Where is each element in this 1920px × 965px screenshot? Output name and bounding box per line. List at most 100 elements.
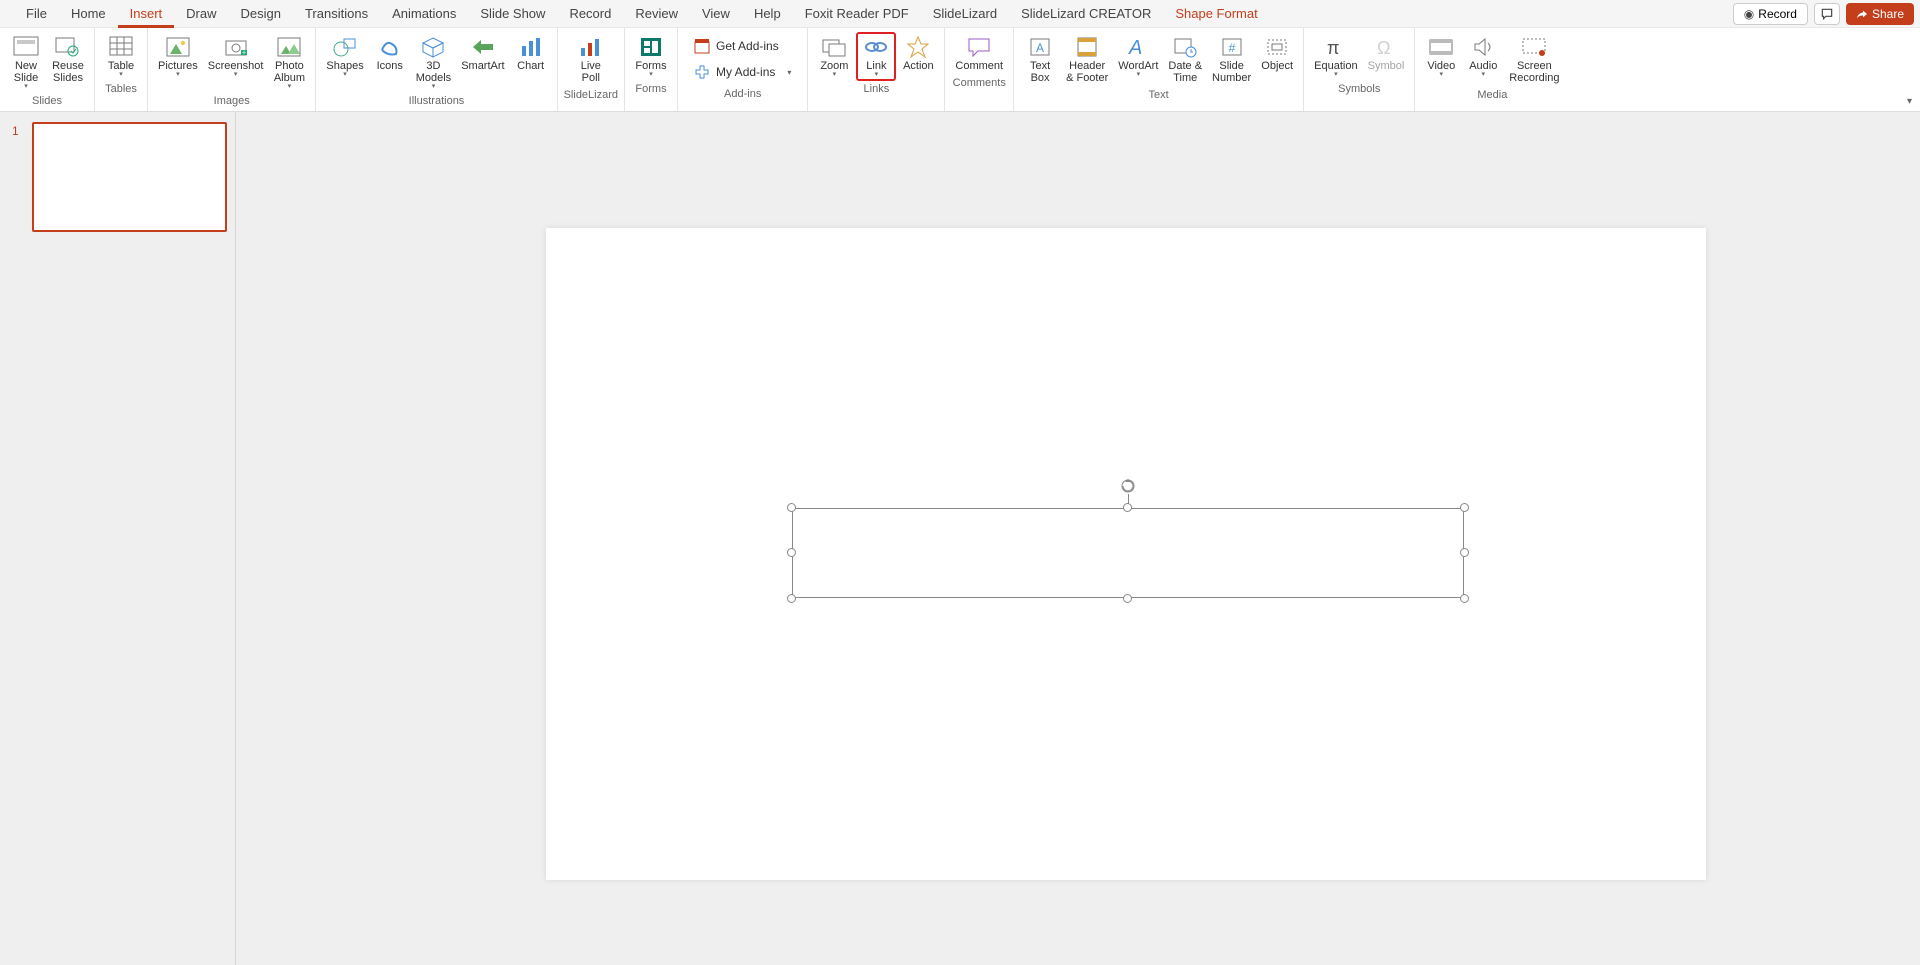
chart-label: Chart: [517, 60, 544, 72]
audio-button[interactable]: Audio: [1463, 32, 1503, 81]
shape-outline[interactable]: [792, 508, 1464, 598]
object-label: Object: [1261, 60, 1293, 72]
pictures-icon: [165, 35, 191, 59]
smartart-button[interactable]: SmartArt: [457, 32, 508, 75]
tab-help[interactable]: Help: [742, 0, 793, 28]
tab-home[interactable]: Home: [59, 0, 118, 28]
pictures-button[interactable]: Pictures: [154, 32, 202, 81]
record-label: Record: [1758, 7, 1797, 21]
live-poll-button[interactable]: Live Poll: [571, 32, 611, 87]
tab-file[interactable]: File: [14, 0, 59, 28]
resize-handle-ml[interactable]: [787, 548, 796, 557]
group-slidelizard-label: SlideLizard: [564, 87, 618, 105]
wordart-button[interactable]: A WordArt: [1114, 32, 1162, 81]
tab-insert[interactable]: Insert: [118, 0, 175, 28]
screen-recording-button[interactable]: Screen Recording: [1505, 32, 1563, 87]
live-poll-icon: [578, 35, 604, 59]
comment-button[interactable]: Comment: [951, 32, 1007, 75]
header-footer-button[interactable]: Header & Footer: [1062, 32, 1112, 87]
resize-handle-tm[interactable]: [1123, 503, 1132, 512]
record-button[interactable]: Record: [1733, 3, 1808, 25]
tab-slidelizard-creator[interactable]: SlideLizard CREATOR: [1009, 0, 1163, 28]
rotate-handle[interactable]: [1120, 478, 1136, 494]
forms-label: Forms: [635, 60, 666, 72]
group-slidelizard: Live Poll SlideLizard: [558, 28, 625, 111]
group-addins: Get Add-ins My Add-ins ▾ Add-ins: [678, 28, 808, 111]
get-addins-button[interactable]: Get Add-ins: [690, 36, 795, 56]
resize-handle-bm[interactable]: [1123, 594, 1132, 603]
selected-shape[interactable]: [792, 508, 1464, 598]
chart-button[interactable]: Chart: [511, 32, 551, 75]
group-tables: Table Tables: [95, 28, 148, 111]
reuse-slides-button[interactable]: Reuse Slides: [48, 32, 88, 87]
svg-text:A: A: [1128, 37, 1142, 58]
screenshot-icon: +: [223, 35, 249, 59]
ribbon: New Slide Reuse Slides Slides Table Tabl…: [0, 28, 1920, 112]
forms-button[interactable]: Forms: [631, 32, 671, 81]
comments-pane-button[interactable]: [1814, 3, 1840, 25]
resize-handle-bl[interactable]: [787, 594, 796, 603]
video-button[interactable]: Video: [1421, 32, 1461, 81]
tab-foxit[interactable]: Foxit Reader PDF: [793, 0, 921, 28]
text-box-button[interactable]: A Text Box: [1020, 32, 1060, 87]
smartart-icon: [471, 35, 495, 59]
3d-models-button[interactable]: 3D Models: [412, 32, 455, 93]
tab-slidelizard[interactable]: SlideLizard: [921, 0, 1009, 28]
chevron-down-icon: ▾: [787, 68, 791, 77]
thumbnail-1-number: 1: [12, 124, 19, 138]
header-footer-icon: [1075, 35, 1099, 59]
comment-label: Comment: [955, 60, 1003, 72]
icons-button[interactable]: Icons: [370, 32, 410, 75]
group-images-label: Images: [214, 93, 250, 111]
shapes-label: Shapes: [326, 60, 363, 72]
photo-album-button[interactable]: Photo Album: [269, 32, 309, 93]
tab-animations[interactable]: Animations: [380, 0, 468, 28]
group-slides: New Slide Reuse Slides Slides: [0, 28, 95, 111]
resize-handle-br[interactable]: [1460, 594, 1469, 603]
svg-text:π: π: [1327, 38, 1339, 58]
link-label: Link: [866, 60, 886, 72]
svg-text:A: A: [1036, 41, 1044, 55]
tab-review[interactable]: Review: [623, 0, 690, 28]
tab-view[interactable]: View: [690, 0, 742, 28]
svg-text:#: #: [1228, 41, 1235, 55]
ribbon-collapse-button[interactable]: ▾: [1907, 96, 1912, 107]
slide-number-button[interactable]: # Slide Number: [1208, 32, 1255, 87]
tab-design[interactable]: Design: [229, 0, 293, 28]
link-button[interactable]: Link: [856, 32, 896, 81]
tab-transitions[interactable]: Transitions: [293, 0, 380, 28]
thumbnail-pane[interactable]: 1: [0, 112, 236, 965]
group-comments: Comment Comments: [945, 28, 1014, 111]
object-button[interactable]: Object: [1257, 32, 1297, 75]
my-addins-button[interactable]: My Add-ins ▾: [690, 62, 795, 82]
group-comments-label: Comments: [953, 75, 1006, 93]
group-forms: Forms Forms: [625, 28, 678, 111]
object-icon: [1265, 35, 1289, 59]
thumbnail-1[interactable]: [32, 122, 227, 232]
share-button[interactable]: Share: [1846, 3, 1914, 25]
screenshot-button[interactable]: + Screenshot: [204, 32, 268, 81]
table-button[interactable]: Table: [101, 32, 141, 81]
equation-label: Equation: [1314, 60, 1357, 72]
symbol-button: Ω Symbol: [1364, 32, 1409, 75]
resize-handle-mr[interactable]: [1460, 548, 1469, 557]
comment-icon: [966, 35, 992, 59]
canvas-area[interactable]: [236, 112, 1920, 965]
icons-label: Icons: [377, 60, 403, 72]
tab-slideshow[interactable]: Slide Show: [468, 0, 557, 28]
group-illustrations-label: Illustrations: [409, 93, 465, 111]
shapes-button[interactable]: Shapes: [322, 32, 367, 81]
speech-bubble-icon: [1820, 7, 1834, 21]
equation-button[interactable]: π Equation: [1310, 32, 1361, 81]
date-time-button[interactable]: Date & Time: [1164, 32, 1206, 87]
resize-handle-tl[interactable]: [787, 503, 796, 512]
shapes-icon: [332, 35, 358, 59]
tab-draw[interactable]: Draw: [174, 0, 228, 28]
action-button[interactable]: Action: [898, 32, 938, 75]
tab-shape-format[interactable]: Shape Format: [1163, 0, 1269, 28]
new-slide-button[interactable]: New Slide: [6, 32, 46, 93]
zoom-button[interactable]: Zoom: [814, 32, 854, 81]
reuse-slides-icon: [55, 35, 81, 59]
tab-record[interactable]: Record: [557, 0, 623, 28]
resize-handle-tr[interactable]: [1460, 503, 1469, 512]
